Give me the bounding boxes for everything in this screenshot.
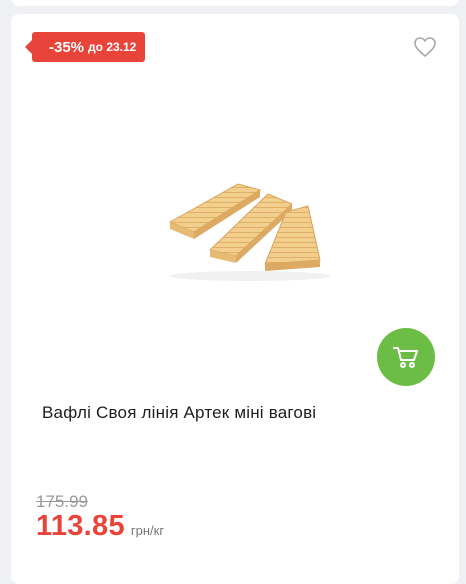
discount-badge: -35% до 23.12 xyxy=(24,32,146,62)
product-image[interactable] xyxy=(150,160,350,290)
discount-percent: -35% xyxy=(49,38,85,56)
add-to-cart-button[interactable] xyxy=(377,328,435,386)
current-price: 113.85 xyxy=(36,510,125,542)
favorite-button[interactable] xyxy=(413,36,437,58)
wafer-product-image xyxy=(168,183,330,281)
cart-icon xyxy=(393,347,418,368)
heart-icon xyxy=(414,37,436,57)
price-row: 113.85 грн/кг xyxy=(36,510,164,543)
product-title[interactable]: Вафлі Своя лінія Артек міні вагові xyxy=(42,403,432,423)
price-unit: грн/кг xyxy=(130,523,165,538)
previous-product-card xyxy=(11,0,459,6)
discount-until: до 23.12 xyxy=(88,40,137,54)
old-price: 175.99 xyxy=(36,492,88,511)
